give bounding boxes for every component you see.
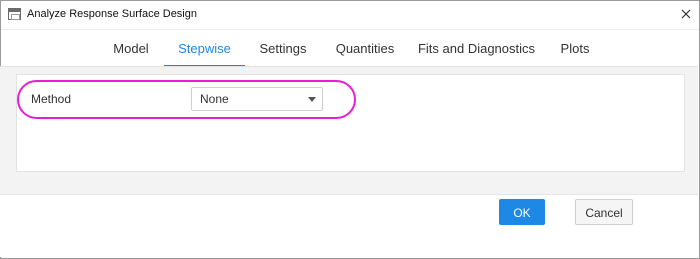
window-app-icon — [8, 8, 21, 20]
tab-quantities[interactable]: Quantities — [330, 30, 400, 67]
method-select-value: None — [200, 92, 229, 106]
tab-fits-and-diagnostics[interactable]: Fits and Diagnostics — [414, 30, 539, 67]
tab-model[interactable]: Model — [102, 30, 160, 67]
tab-stepwise[interactable]: Stepwise — [164, 30, 245, 67]
title-bar: Analyze Response Surface Design — [1, 1, 699, 29]
close-icon[interactable] — [677, 5, 695, 23]
ok-button[interactable]: OK — [499, 199, 545, 225]
window-title: Analyze Response Surface Design — [27, 8, 197, 20]
chevron-down-icon — [308, 97, 316, 102]
tab-bar: Model Stepwise Settings Quantities Fits … — [1, 29, 699, 67]
cancel-button[interactable]: Cancel — [575, 199, 633, 225]
stepwise-panel — [16, 74, 685, 172]
tab-plots[interactable]: Plots — [552, 30, 598, 67]
method-label: Method — [31, 92, 72, 106]
tab-settings[interactable]: Settings — [253, 30, 313, 67]
method-select[interactable]: None — [191, 87, 323, 111]
